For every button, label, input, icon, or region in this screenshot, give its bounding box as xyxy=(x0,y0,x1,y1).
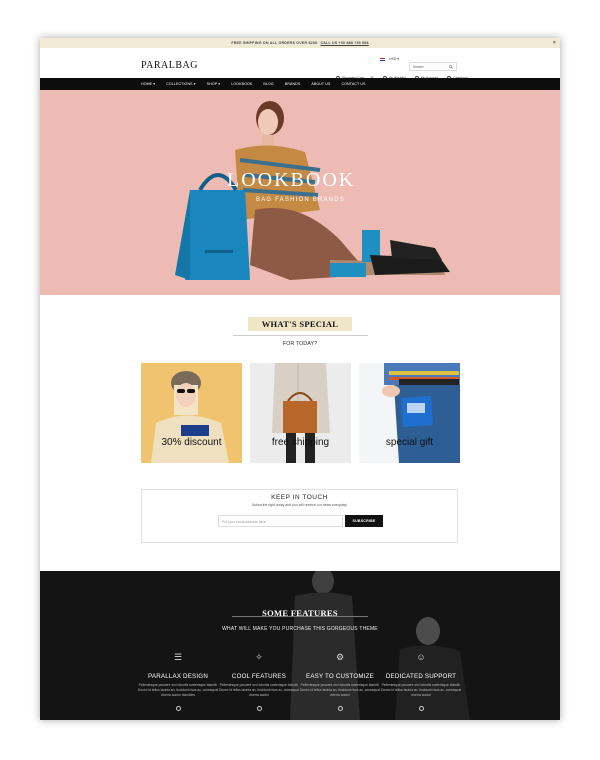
feature-cool: ✧ COOL FEATURES Pellentesque posuere orc… xyxy=(218,651,300,716)
close-icon[interactable]: × xyxy=(553,40,556,46)
feature-description: Pellentesque posuere orci lobortis scele… xyxy=(381,683,461,697)
feature-description: Pellentesque posuere orci lobortis scele… xyxy=(219,683,299,697)
features-section: SOME FEATURES WHAT WILL MAKE YOU PURCHAS… xyxy=(40,571,560,720)
nav-brands[interactable]: BRANDS xyxy=(285,82,301,86)
card-label: special gift xyxy=(385,437,434,448)
magic-wand-icon: ✧ xyxy=(255,652,263,662)
hero-title: LOOKBOOK xyxy=(227,169,356,191)
users-icon: ☺ xyxy=(416,652,426,662)
currency-select[interactable]: USD ▾ xyxy=(389,57,399,61)
promo-card-discount[interactable]: 30% discount xyxy=(141,363,242,463)
shipping-model-image xyxy=(250,363,351,463)
read-more-icon[interactable] xyxy=(256,706,262,711)
promo-phone-link[interactable]: CALL US +00 888 735 588 xyxy=(320,41,368,45)
card-label: free shipping xyxy=(271,437,330,448)
flag-icon[interactable] xyxy=(380,57,385,61)
feature-name: PARALLAX DESIGN xyxy=(148,673,208,680)
search-placeholder: Search xyxy=(413,65,424,69)
newsletter-box: KEEP IN TOUCH Subscribe right away and y… xyxy=(141,489,458,543)
feature-support: ☺ DEDICATED SUPPORT Pellentesque posuere… xyxy=(380,651,462,716)
nav-home[interactable]: HOME ▾ xyxy=(141,82,155,86)
hero-subtitle: BAG FASHION BRANDS xyxy=(256,197,345,203)
email-field[interactable]: Put your email address here xyxy=(218,515,343,527)
page-frame: FREE SHIPPING ON ALL ORDERS OVER $200. C… xyxy=(40,38,560,720)
search-icon[interactable] xyxy=(449,65,453,69)
promo-bar: FREE SHIPPING ON ALL ORDERS OVER $200. C… xyxy=(40,38,560,48)
hero-banner[interactable]: LOOKBOOK BAG FASHION BRANDS xyxy=(40,90,560,295)
nav-about-us[interactable]: ABOUT US xyxy=(311,82,330,86)
divider xyxy=(232,616,368,617)
newsletter-title: KEEP IN TOUCH xyxy=(266,494,333,501)
feature-name: COOL FEATURES xyxy=(231,673,287,680)
site-logo[interactable]: PARALBAG xyxy=(141,60,198,71)
nav-blog[interactable]: BLOG xyxy=(263,82,273,86)
language-currency-switcher[interactable]: USD ▾ xyxy=(380,57,399,61)
gear-icon: ⚙ xyxy=(335,652,345,662)
feature-description: Pellentesque posuere orci lobortis scele… xyxy=(138,683,218,697)
hero-model-image xyxy=(175,101,450,280)
nav-lookbook[interactable]: LOOKBOOK xyxy=(231,82,252,86)
feature-name: EASY TO CUSTOMIZE xyxy=(306,673,374,680)
divider xyxy=(232,335,368,336)
newsletter-message: Subscribe right away and you will receiv… xyxy=(251,503,348,507)
whats-special-section: WHAT'S SPECIAL FOR TODAY? xyxy=(40,314,560,347)
gift-model-image xyxy=(382,363,460,463)
promo-card-shipping[interactable]: free shipping xyxy=(250,363,351,463)
card-label: 30% discount xyxy=(161,437,222,448)
promo-text: FREE SHIPPING ON ALL ORDERS OVER $200. xyxy=(231,41,319,45)
subscribe-button[interactable]: SUBSCRIBE xyxy=(345,515,383,527)
feature-parallax: ☰ PARALLAX DESIGN Pellentesque posuere o… xyxy=(137,651,219,716)
nav-contact-us[interactable]: CONTACT US xyxy=(341,82,365,86)
site-header: PARALBAG USD ▾ Search Shopping Cart0 My … xyxy=(40,48,560,80)
section-subtitle: FOR TODAY? xyxy=(282,341,318,347)
nav-shop[interactable]: SHOP ▾ xyxy=(207,82,221,86)
section-title: WHAT'S SPECIAL xyxy=(247,317,353,331)
search-input[interactable]: Search xyxy=(409,62,457,71)
read-more-icon[interactable] xyxy=(175,706,181,711)
discount-model-image xyxy=(151,371,229,463)
feature-name: DEDICATED SUPPORT xyxy=(385,673,457,680)
features-tagline: WHAT WILL MAKE YOU PURCHASE THIS GORGEOU… xyxy=(222,626,378,632)
promo-cards: 30% discount free shipping special gift xyxy=(141,363,460,463)
nav-collections[interactable]: COLLECTIONS ▾ xyxy=(166,82,195,86)
main-navigation: HOME ▾ COLLECTIONS ▾ SHOP ▾ LOOKBOOK BLO… xyxy=(40,78,560,90)
feature-description: Pellentesque posuere orci lobortis scele… xyxy=(300,683,380,697)
read-more-icon[interactable] xyxy=(418,706,424,711)
feature-customize: ⚙ EASY TO CUSTOMIZE Pellentesque posuere… xyxy=(299,651,381,716)
read-more-icon[interactable] xyxy=(337,706,343,711)
promo-card-gift[interactable]: special gift xyxy=(359,363,460,463)
layers-icon: ☰ xyxy=(173,652,183,662)
